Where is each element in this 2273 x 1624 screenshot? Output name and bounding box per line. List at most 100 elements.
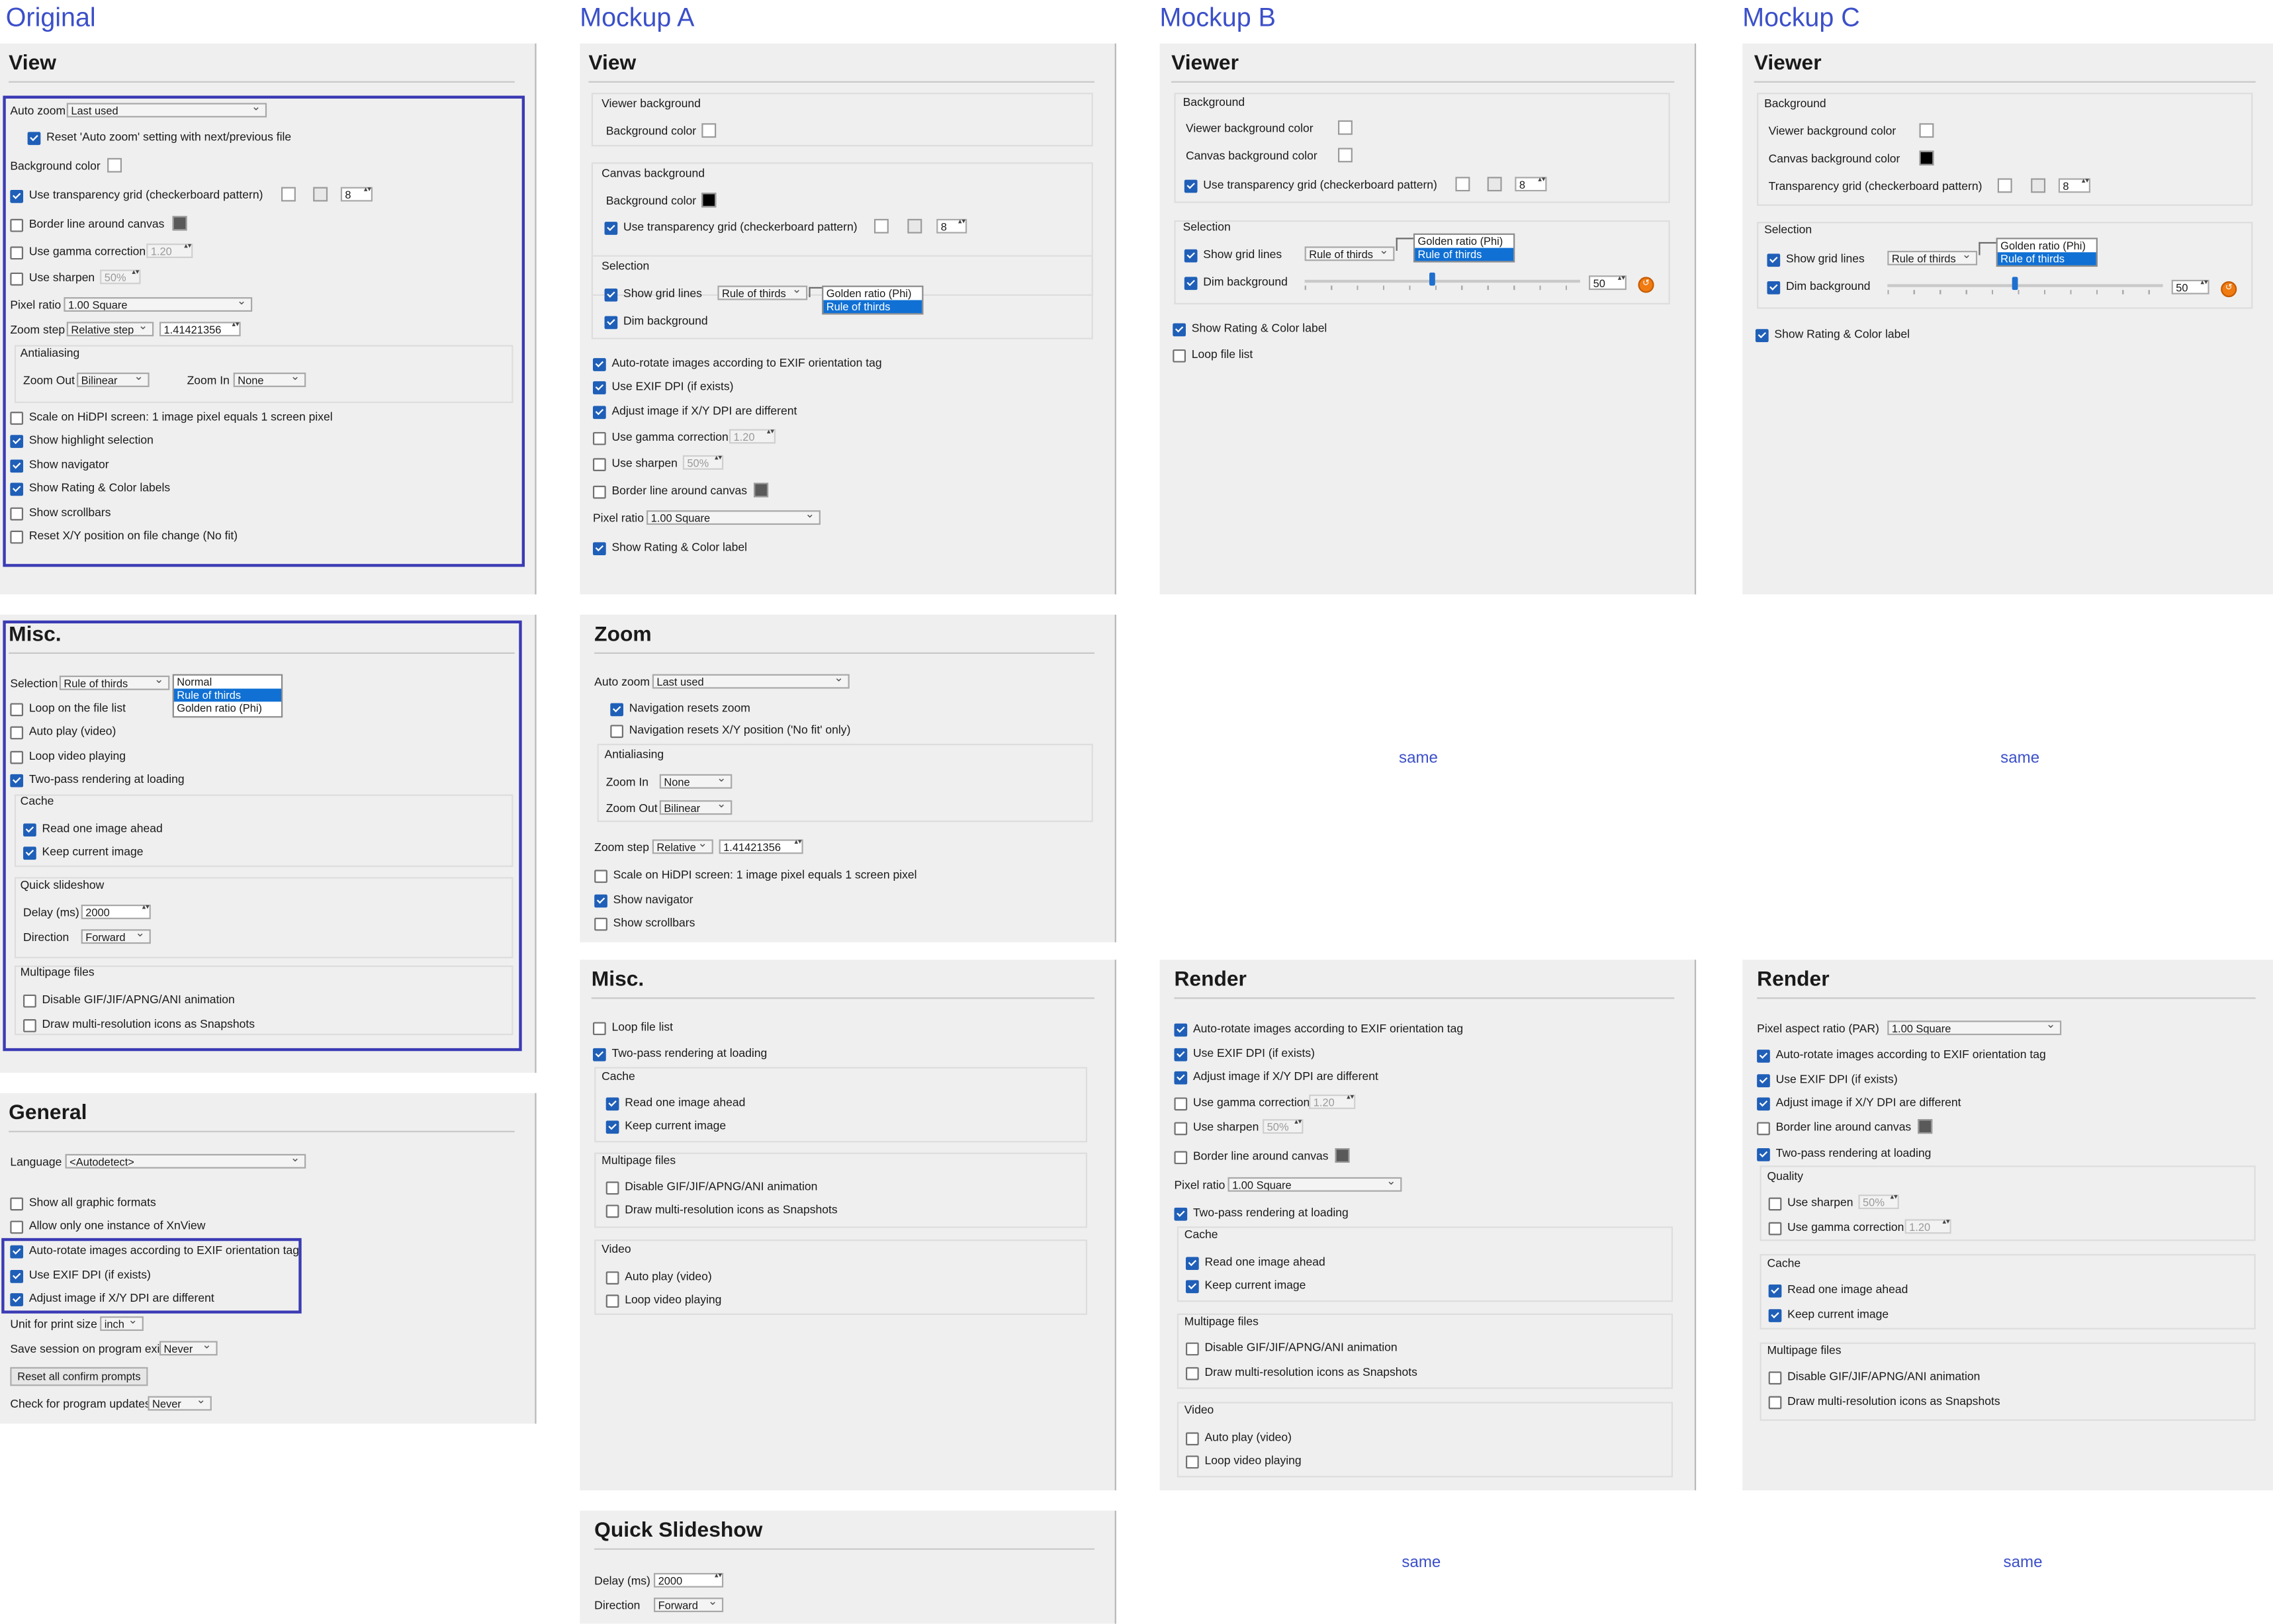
grid-color-1-swatch[interactable]: [1455, 177, 1470, 192]
dim-level-slider[interactable]: [1304, 272, 1580, 291]
gamma-spinner[interactable]: 1.20: [146, 244, 193, 258]
dropdown-option[interactable]: Golden ratio (Phi): [1998, 239, 2096, 252]
show-all-formats-checkbox[interactable]: Show all graphic formats: [10, 1196, 156, 1210]
navigator-checkbox[interactable]: Show navigator: [10, 458, 109, 473]
auto-rotate-checkbox[interactable]: Auto-rotate images according to EXIF ori…: [1757, 1048, 2046, 1063]
zoom-out-select[interactable]: Bilinear: [659, 800, 733, 815]
pixel-ratio-select[interactable]: 1.00 Square: [646, 510, 821, 525]
zoom-step-mode-select[interactable]: Relative: [652, 839, 713, 854]
grid-size-spinner[interactable]: 8: [2058, 178, 2090, 193]
border-line-checkbox[interactable]: Border line around canvas: [1757, 1120, 1911, 1135]
two-pass-checkbox[interactable]: Two-pass rendering at loading: [1174, 1206, 1349, 1221]
grid-size-spinner[interactable]: 8: [340, 187, 373, 202]
auto-play-checkbox[interactable]: Auto play (video): [10, 725, 116, 739]
selection-select[interactable]: Rule of thirds: [59, 675, 170, 690]
border-line-checkbox[interactable]: Border line around canvas: [10, 218, 164, 232]
keep-current-checkbox[interactable]: Keep current image: [1768, 1308, 1889, 1322]
loop-file-list-checkbox[interactable]: Loop on the file list: [10, 701, 126, 716]
exif-dpi-checkbox[interactable]: Use EXIF DPI (if exists): [1174, 1047, 1315, 1061]
auto-rotate-checkbox[interactable]: Auto-rotate images according to EXIF ori…: [592, 357, 882, 371]
auto-rotate-checkbox[interactable]: Auto-rotate images according to EXIF ori…: [10, 1244, 299, 1259]
nav-resets-zoom-checkbox[interactable]: Navigation resets zoom: [610, 701, 750, 716]
dropdown-option[interactable]: Golden ratio (Phi): [174, 701, 281, 715]
zoom-step-mode-select[interactable]: Relative step: [66, 322, 154, 337]
sharpen-checkbox[interactable]: Use sharpen: [1768, 1196, 1853, 1210]
gamma-checkbox[interactable]: Use gamma correction: [592, 431, 729, 445]
sharpen-checkbox[interactable]: Use sharpen: [592, 457, 678, 471]
sharpen-checkbox[interactable]: Use sharpen: [1174, 1120, 1259, 1135]
grid-size-spinner[interactable]: 8: [1515, 177, 1547, 192]
read-ahead-checkbox[interactable]: Read one image ahead: [23, 822, 163, 836]
viewer-background-swatch[interactable]: [1919, 123, 1934, 138]
gamma-checkbox[interactable]: Use gamma correction: [1768, 1221, 1904, 1236]
highlight-selection-checkbox[interactable]: Show highlight selection: [10, 433, 154, 448]
border-color-swatch[interactable]: [172, 216, 187, 231]
reset-icon[interactable]: ↺: [1638, 277, 1654, 293]
two-pass-checkbox[interactable]: Two-pass rendering at loading: [10, 773, 185, 788]
delay-spinner[interactable]: 2000: [81, 904, 151, 919]
rating-label-checkbox[interactable]: Show Rating & Color label: [1755, 328, 1910, 342]
reset-auto-zoom-checkbox[interactable]: Reset 'Auto zoom' setting with next/prev…: [27, 130, 291, 145]
check-updates-select[interactable]: Never: [148, 1396, 212, 1411]
slider-thumb[interactable]: [2011, 277, 2018, 291]
grid-lines-select[interactable]: Rule of thirds: [1304, 246, 1395, 261]
dim-background-checkbox[interactable]: Dim background: [1184, 275, 1288, 290]
pixel-ratio-select[interactable]: 1.00 Square: [1227, 1177, 1402, 1192]
pixel-ratio-select[interactable]: 1.00 Square: [64, 297, 253, 312]
sharpen-spinner[interactable]: 50%: [682, 455, 724, 470]
sharpen-spinner[interactable]: 50%: [1858, 1195, 1899, 1210]
grid-color-1-swatch[interactable]: [873, 218, 889, 234]
zoom-step-spinner[interactable]: 1.41421356: [719, 839, 803, 854]
dropdown-option[interactable]: Golden ratio (Phi): [1415, 235, 1513, 248]
keep-current-checkbox[interactable]: Keep current image: [23, 845, 144, 860]
grid-color-2-swatch[interactable]: [313, 187, 328, 202]
disable-gif-checkbox[interactable]: Disable GIF/JIF/APNG/ANI animation: [605, 1180, 817, 1195]
dim-background-checkbox[interactable]: Dim background: [1767, 280, 1871, 294]
zoom-step-spinner[interactable]: 1.41421356: [159, 322, 241, 337]
loop-file-list-checkbox[interactable]: Loop file list: [592, 1020, 673, 1035]
hidpi-checkbox[interactable]: Scale on HiDPI screen: 1 image pixel equ…: [594, 868, 917, 883]
border-color-swatch[interactable]: [754, 482, 769, 498]
draw-multi-checkbox[interactable]: Draw multi-resolution icons as Snapshots: [23, 1018, 255, 1032]
dropdown-option-selected[interactable]: Rule of thirds: [1997, 252, 2096, 265]
auto-zoom-select[interactable]: Last used: [66, 103, 267, 118]
dim-value-spinner[interactable]: 50: [1589, 275, 1627, 291]
canvas-background-swatch[interactable]: [1919, 150, 1934, 165]
border-line-checkbox[interactable]: Border line around canvas: [1174, 1150, 1329, 1164]
gamma-spinner[interactable]: 1.20: [1904, 1219, 1951, 1234]
reset-xy-checkbox[interactable]: Reset X/Y position on file change (No fi…: [10, 529, 238, 544]
border-color-swatch[interactable]: [1335, 1148, 1350, 1163]
dropdown-option-selected[interactable]: Rule of thirds: [823, 300, 922, 314]
dropdown-option[interactable]: Golden ratio (Phi): [823, 287, 922, 300]
sharpen-spinner[interactable]: 50%: [1263, 1119, 1304, 1134]
adjust-dpi-checkbox[interactable]: Adjust image if X/Y DPI are different: [1174, 1070, 1378, 1085]
scrollbars-checkbox[interactable]: Show scrollbars: [10, 506, 111, 521]
draw-multi-checkbox[interactable]: Draw multi-resolution icons as Snapshots: [605, 1203, 838, 1218]
rating-label-checkbox[interactable]: Show Rating & Color label: [592, 541, 747, 555]
grid-color-2-swatch[interactable]: [2031, 178, 2046, 193]
gamma-checkbox[interactable]: Use gamma correction: [1174, 1096, 1310, 1110]
reset-prompts-button[interactable]: Reset all confirm prompts: [10, 1367, 148, 1386]
disable-gif-checkbox[interactable]: Disable GIF/JIF/APNG/ANI animation: [23, 993, 235, 1008]
draw-multi-checkbox[interactable]: Draw multi-resolution icons as Snapshots: [1768, 1394, 2000, 1409]
transparency-grid-checkbox[interactable]: Use transparency grid (checkerboard patt…: [10, 189, 263, 203]
nav-resets-xy-checkbox[interactable]: Navigation resets X/Y position ('No fit'…: [610, 723, 850, 738]
viewer-background-swatch[interactable]: [1338, 120, 1353, 135]
exif-dpi-checkbox[interactable]: Use EXIF DPI (if exists): [10, 1269, 151, 1283]
two-pass-checkbox[interactable]: Two-pass rendering at loading: [1757, 1147, 1931, 1161]
direction-select[interactable]: Forward: [654, 1598, 724, 1613]
exif-dpi-checkbox[interactable]: Use EXIF DPI (if exists): [592, 380, 734, 394]
border-color-swatch[interactable]: [1918, 1119, 1933, 1134]
viewer-background-swatch[interactable]: [701, 123, 717, 138]
grid-color-2-swatch[interactable]: [1487, 177, 1502, 192]
loop-video-checkbox[interactable]: Loop video playing: [10, 750, 126, 764]
grid-lines-select[interactable]: Rule of thirds: [717, 285, 808, 300]
reset-icon[interactable]: ↺: [2221, 281, 2237, 298]
read-ahead-checkbox[interactable]: Read one image ahead: [605, 1096, 745, 1110]
par-select[interactable]: 1.00 Square: [1887, 1020, 2062, 1036]
grid-lines-checkbox[interactable]: Show grid lines: [1184, 248, 1282, 263]
save-session-select[interactable]: Never: [159, 1341, 218, 1356]
transparency-grid-checkbox[interactable]: Use transparency grid (checkerboard patt…: [1184, 178, 1437, 193]
one-instance-checkbox[interactable]: Allow only one instance of XnView: [10, 1219, 205, 1234]
dropdown-option-selected[interactable]: Rule of thirds: [173, 688, 281, 702]
